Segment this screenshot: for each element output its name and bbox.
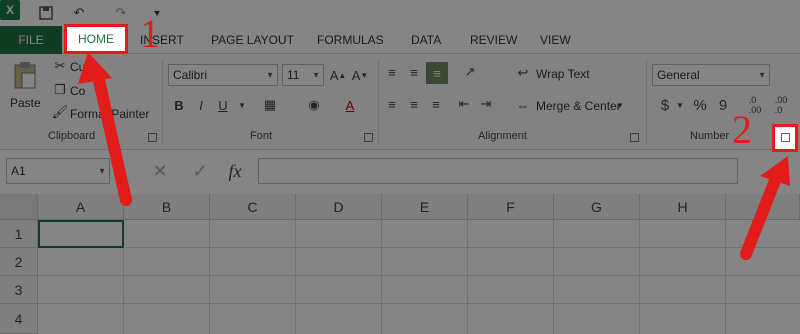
arrow-icon (78, 52, 132, 206)
annotation-arrows (78, 52, 790, 260)
arrow-icon (740, 156, 790, 260)
